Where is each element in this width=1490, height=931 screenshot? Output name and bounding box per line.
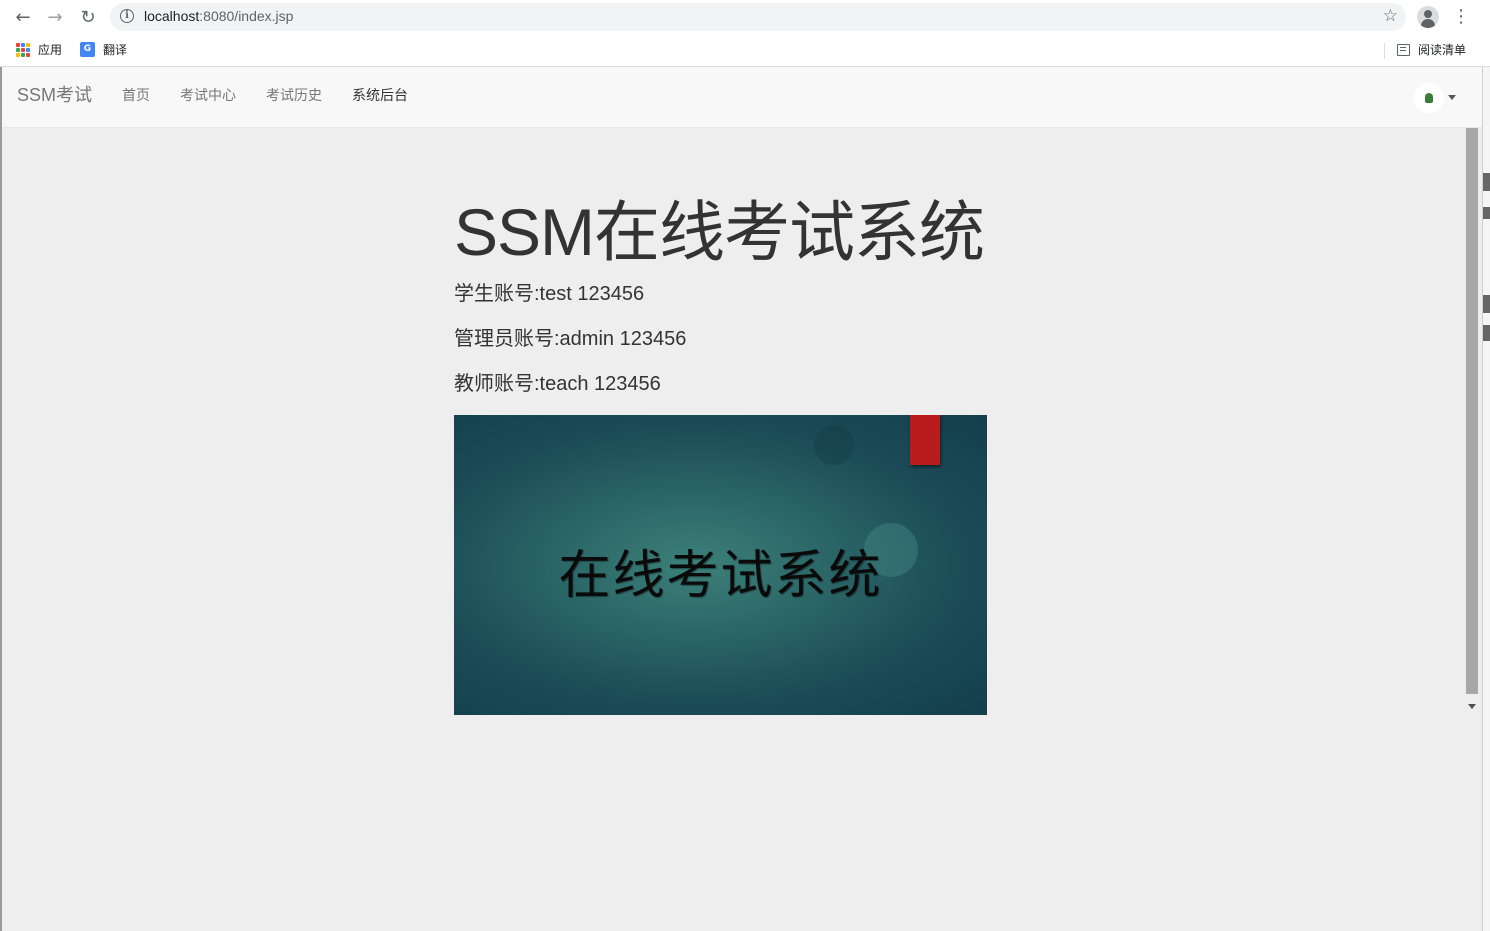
bokeh-circle bbox=[814, 425, 854, 465]
nav-link-home[interactable]: 首页 bbox=[122, 85, 150, 105]
nav-link-admin[interactable]: 系统后台 bbox=[352, 85, 408, 105]
scrollbar-thumb[interactable] bbox=[1466, 128, 1478, 694]
translate-icon: G bbox=[80, 42, 95, 57]
apps-grid-icon bbox=[16, 42, 30, 57]
user-avatar-icon bbox=[1414, 83, 1444, 113]
browser-toolbar: ← → ↻ i localhost:8080/index.jsp ☆ ⋮ bbox=[0, 0, 1490, 34]
page-title: SSM在线考试系统 bbox=[454, 195, 985, 269]
reload-icon[interactable]: ↻ bbox=[76, 5, 100, 29]
more-menu-icon[interactable]: ⋮ bbox=[1452, 6, 1470, 28]
bookmark-translate[interactable]: G 翻译 bbox=[80, 41, 127, 58]
url-host: localhost bbox=[144, 8, 200, 24]
url-text: localhost:8080/index.jsp bbox=[144, 8, 293, 24]
back-icon[interactable]: ← bbox=[11, 5, 35, 29]
window-right-edge bbox=[1482, 67, 1490, 931]
reading-list-label: 阅读清单 bbox=[1418, 43, 1467, 57]
forward-icon[interactable]: → bbox=[43, 5, 67, 29]
bookmarks-divider bbox=[1384, 43, 1385, 59]
jumbotron: SSM在线考试系统 学生账号:test 123456 管理员账号:admin 1… bbox=[454, 192, 1014, 407]
teacher-account-text: 教师账号:teach 123456 bbox=[454, 373, 661, 395]
address-bar[interactable]: i localhost:8080/index.jsp ☆ bbox=[110, 3, 1406, 31]
student-account-text: 学生账号:test 123456 bbox=[454, 283, 645, 305]
scroll-down-arrow-icon[interactable] bbox=[1468, 704, 1476, 709]
reading-list[interactable]: 阅读清单 bbox=[1397, 41, 1466, 58]
nav-link-exam-center[interactable]: 考试中心 bbox=[180, 85, 236, 105]
red-ribbon-icon bbox=[910, 415, 940, 465]
vertical-scrollbar[interactable] bbox=[1464, 128, 1480, 718]
bookmark-translate-label: 翻译 bbox=[103, 43, 128, 57]
user-menu-toggle[interactable] bbox=[1414, 83, 1462, 113]
page-viewport: SSM考试 首页 考试中心 考试历史 系统后台 SSM在线考试系统 学生账号:t… bbox=[2, 67, 1482, 931]
reading-list-icon bbox=[1397, 43, 1410, 56]
admin-account-text: 管理员账号:admin 123456 bbox=[454, 328, 687, 350]
site-navbar: SSM考试 首页 考试中心 考试历史 系统后台 bbox=[2, 67, 1482, 128]
profile-icon[interactable] bbox=[1417, 6, 1439, 28]
brand-link[interactable]: SSM考试 bbox=[17, 81, 92, 107]
bookmarks-bar: 应用 G 翻译 阅读清单 bbox=[0, 34, 1490, 67]
star-icon[interactable]: ☆ bbox=[1383, 6, 1398, 26]
info-icon[interactable]: i bbox=[120, 9, 134, 23]
caret-down-icon bbox=[1448, 95, 1456, 100]
nav-link-exam-history[interactable]: 考试历史 bbox=[266, 85, 322, 105]
bookmark-apps[interactable]: 应用 bbox=[16, 41, 62, 58]
banner-text: 在线考试系统 bbox=[558, 546, 883, 606]
url-path: :8080/index.jsp bbox=[199, 8, 294, 24]
bookmark-apps-label: 应用 bbox=[38, 43, 63, 57]
banner-image: 在线考试系统 bbox=[454, 415, 987, 715]
